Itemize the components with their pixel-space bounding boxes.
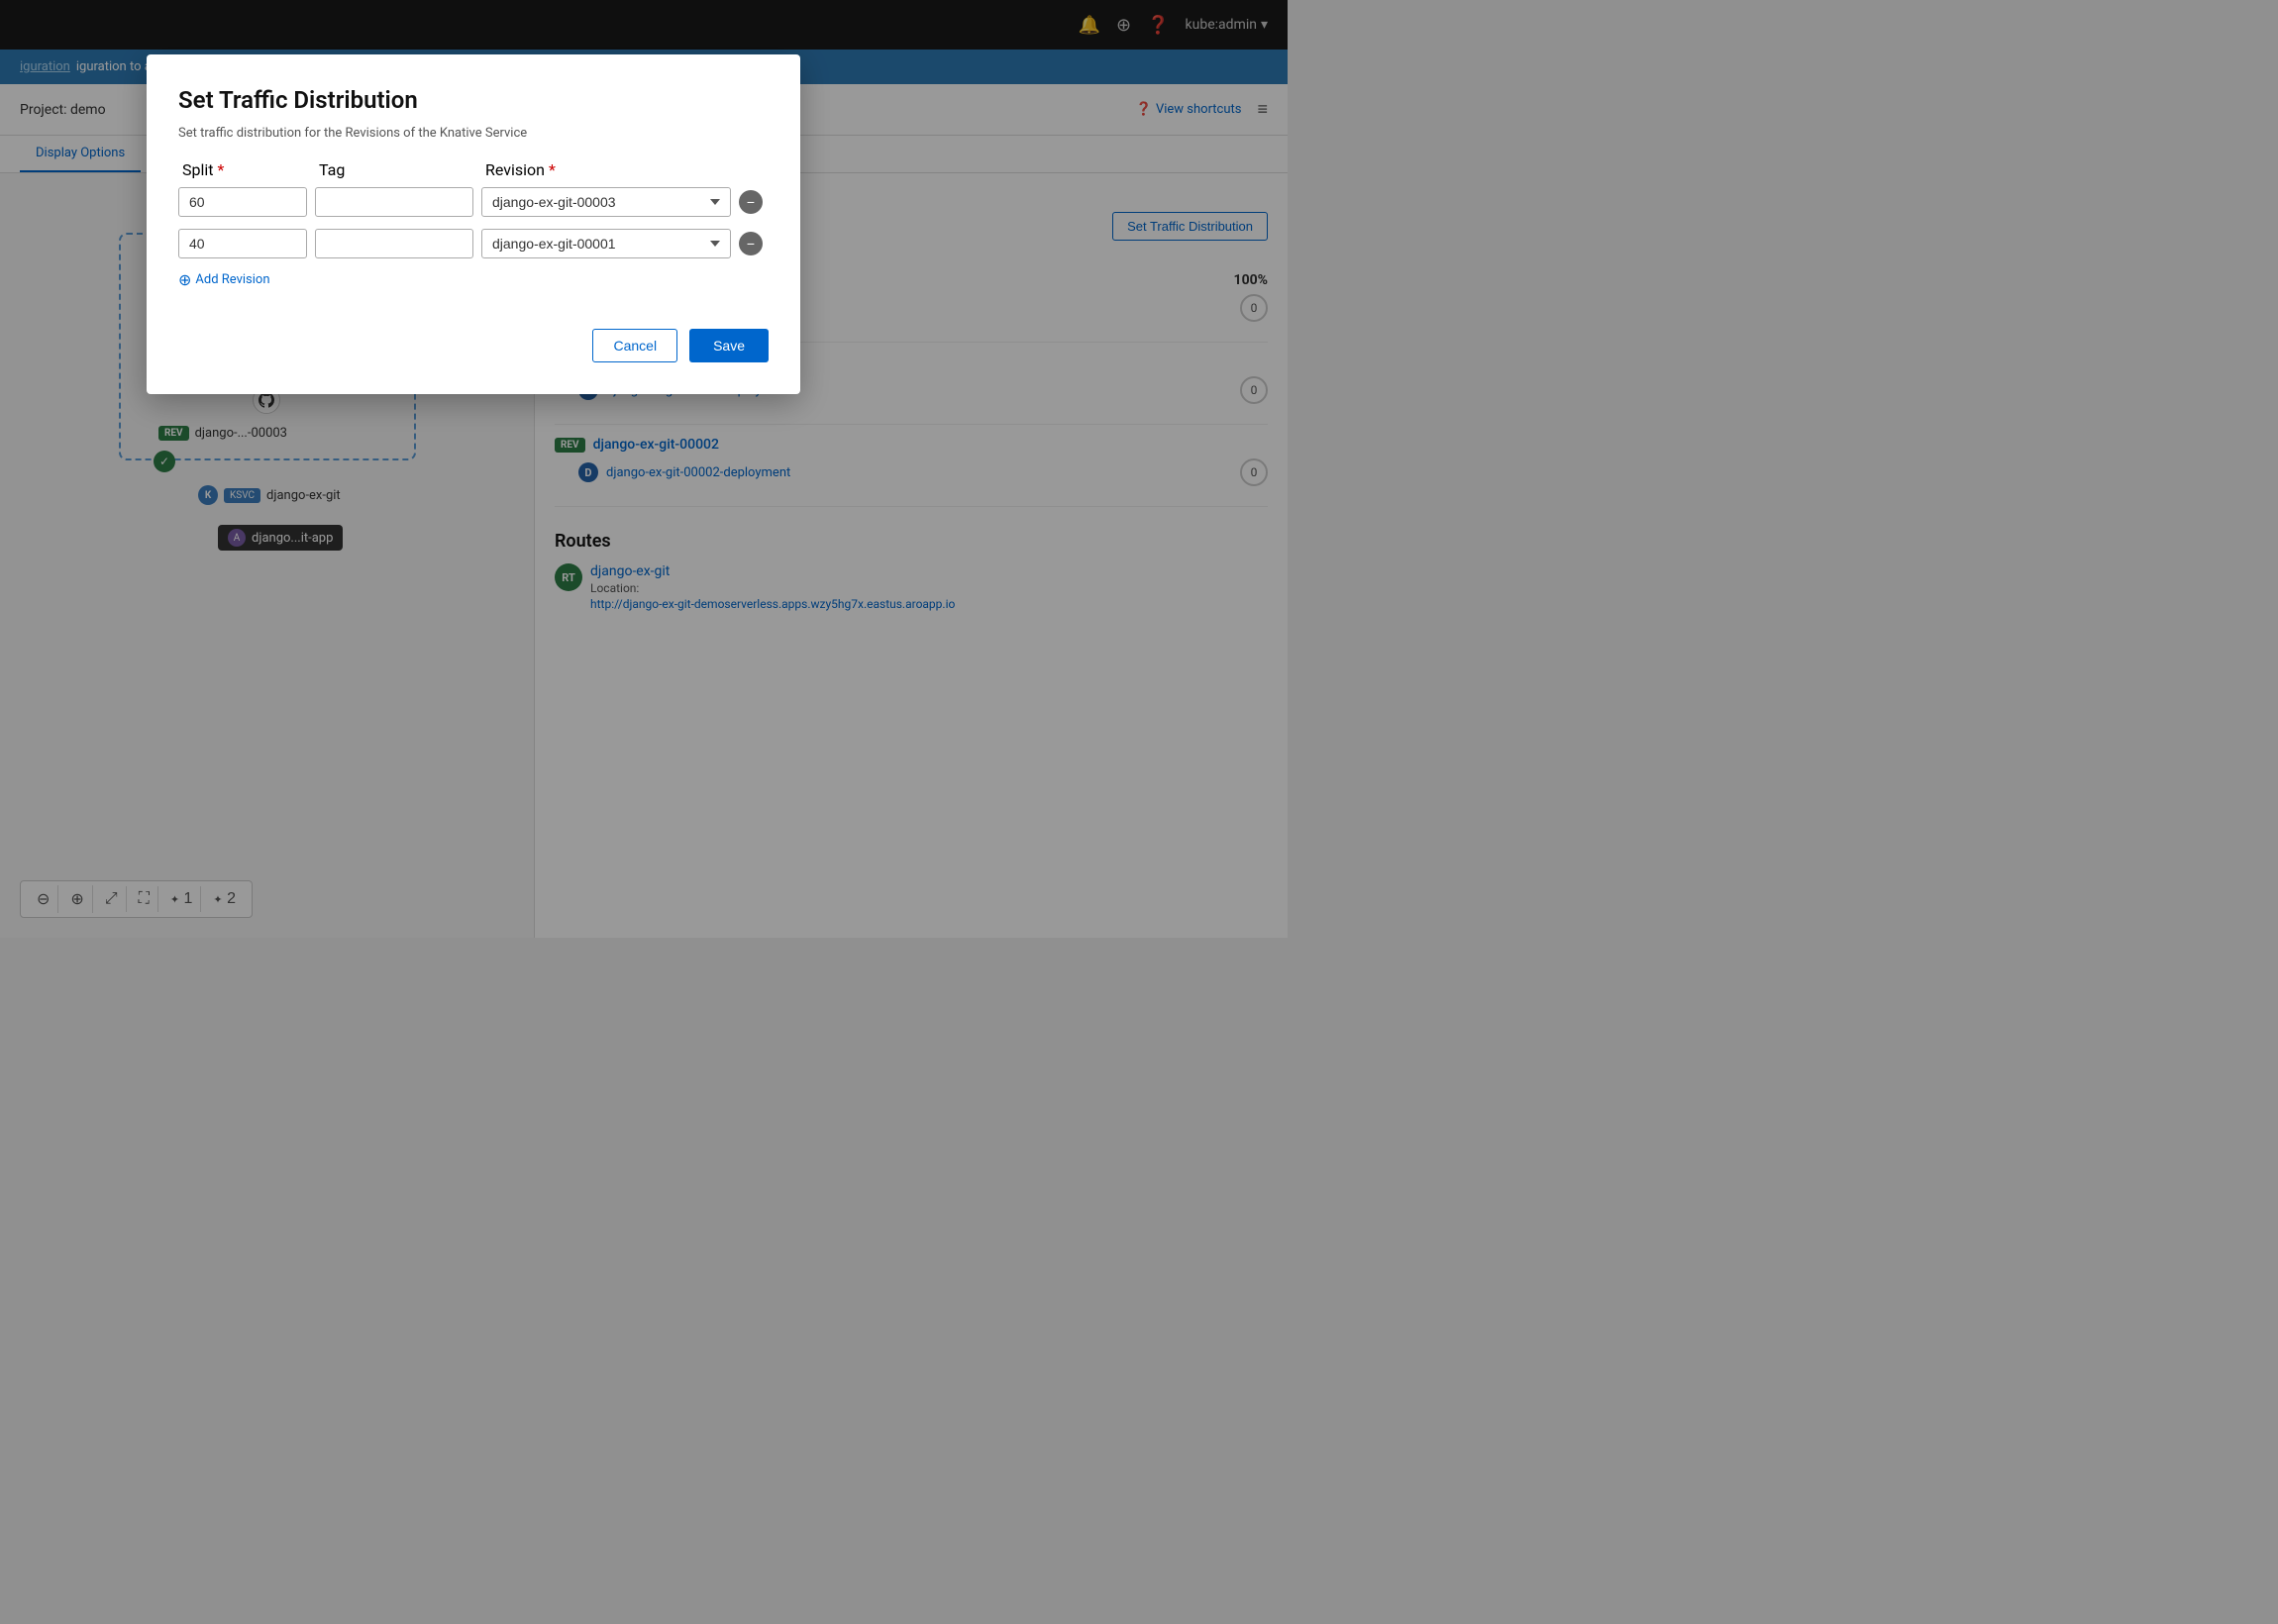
modal-table-header: Split * Tag Revision * — [178, 160, 769, 179]
traffic-distribution-modal: Set Traffic Distribution Set traffic dis… — [147, 54, 800, 394]
tag-input-2[interactable] — [315, 229, 473, 258]
modal-title: Set Traffic Distribution — [178, 86, 769, 114]
modal-row-1: django-ex-git-00003 django-ex-git-00001 … — [178, 187, 769, 217]
cancel-button[interactable]: Cancel — [592, 329, 677, 362]
tag-input-1[interactable] — [315, 187, 473, 217]
modal-overlay: Set Traffic Distribution Set traffic dis… — [0, 0, 2278, 1624]
tag-label: Tag — [319, 160, 345, 179]
modal-footer: Cancel Save — [178, 329, 769, 362]
plus-circle-icon: ⊕ — [178, 270, 191, 289]
modal-row-2: django-ex-git-00003 django-ex-git-00001 … — [178, 229, 769, 258]
revision-select-1[interactable]: django-ex-git-00003 django-ex-git-00001 … — [481, 187, 731, 217]
save-button[interactable]: Save — [689, 329, 769, 362]
split-input-1[interactable] — [178, 187, 307, 217]
add-revision-link[interactable]: ⊕ Add Revision — [178, 270, 769, 289]
revision-col-header: Revision * — [485, 160, 727, 179]
tag-col-header: Tag — [319, 160, 477, 179]
revision-required-star: * — [549, 160, 556, 179]
add-revision-label: Add Revision — [195, 272, 269, 287]
split-required-star: * — [217, 160, 224, 179]
revision-select-2[interactable]: django-ex-git-00003 django-ex-git-00001 … — [481, 229, 731, 258]
split-input-2[interactable] — [178, 229, 307, 258]
split-col-header: Split * — [182, 160, 311, 179]
split-label: Split — [182, 160, 214, 179]
remove-row-2-button[interactable]: − — [739, 232, 763, 255]
modal-subtitle: Set traffic distribution for the Revisio… — [178, 126, 769, 141]
revision-label: Revision — [485, 160, 545, 179]
remove-row-1-button[interactable]: − — [739, 190, 763, 214]
